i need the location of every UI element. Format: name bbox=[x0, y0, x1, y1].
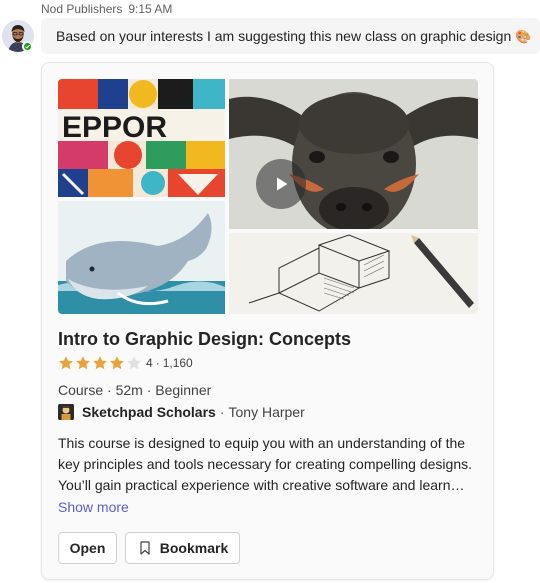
colorful-typography-image: EPPOR bbox=[58, 79, 225, 197]
course-card: EPPOR Intro to Graphic Design: Concepts … bbox=[41, 62, 494, 580]
star-filled-icon bbox=[59, 356, 73, 370]
description-line: key principles and tools necessary for c… bbox=[58, 456, 472, 472]
message-text: Based on your interests I am suggesting … bbox=[56, 28, 512, 44]
description-line: You’ll gain practical experience with cr… bbox=[58, 477, 465, 493]
open-button-label: Open bbox=[69, 540, 106, 556]
rating-value: 4 bbox=[146, 356, 153, 370]
course-info: Course · 52m · Beginner bbox=[58, 382, 212, 398]
message-time: 9:15 AM bbox=[128, 2, 173, 16]
sender-name[interactable]: Nod Publishers bbox=[41, 2, 122, 16]
artist-palette-emoji: 🎨 bbox=[515, 30, 532, 45]
bookmark-button[interactable]: Bookmark bbox=[125, 532, 240, 564]
course-rating: 4 · 1,160 bbox=[58, 355, 193, 371]
message-bubble: Based on your interests I am suggesting … bbox=[41, 18, 540, 54]
sketchpad-scholars-logo bbox=[58, 404, 74, 420]
rating-stars bbox=[58, 355, 142, 371]
message-header: Nod Publishers 9:15 AM bbox=[41, 2, 172, 16]
course-description: This course is designed to equip you wit… bbox=[58, 433, 478, 496]
bookmark-button-label: Bookmark bbox=[159, 540, 229, 556]
presence-available-icon bbox=[22, 41, 33, 52]
course-provider: Sketchpad Scholars · Tony Harper bbox=[58, 403, 305, 421]
show-more-link[interactable]: Show more bbox=[58, 499, 129, 515]
star-filled-icon bbox=[110, 356, 124, 370]
course-title[interactable]: Intro to Graphic Design: Concepts bbox=[58, 329, 351, 350]
play-icon[interactable] bbox=[256, 159, 306, 209]
star-empty-icon bbox=[127, 356, 141, 370]
pencil-sketch-image bbox=[229, 233, 478, 314]
star-filled-icon bbox=[93, 356, 107, 370]
whale-image bbox=[58, 201, 225, 314]
svg-text:EPPOR: EPPOR bbox=[62, 111, 167, 144]
star-filled-icon bbox=[76, 356, 90, 370]
rating-count: 1,160 bbox=[162, 356, 193, 370]
author-name: Tony Harper bbox=[228, 404, 305, 420]
bookmark-icon bbox=[140, 541, 150, 555]
provider-name[interactable]: Sketchpad Scholars bbox=[82, 404, 216, 420]
description-line: This course is designed to equip you wit… bbox=[58, 435, 466, 451]
water-buffalo-image bbox=[229, 79, 478, 229]
open-button[interactable]: Open bbox=[58, 532, 117, 564]
